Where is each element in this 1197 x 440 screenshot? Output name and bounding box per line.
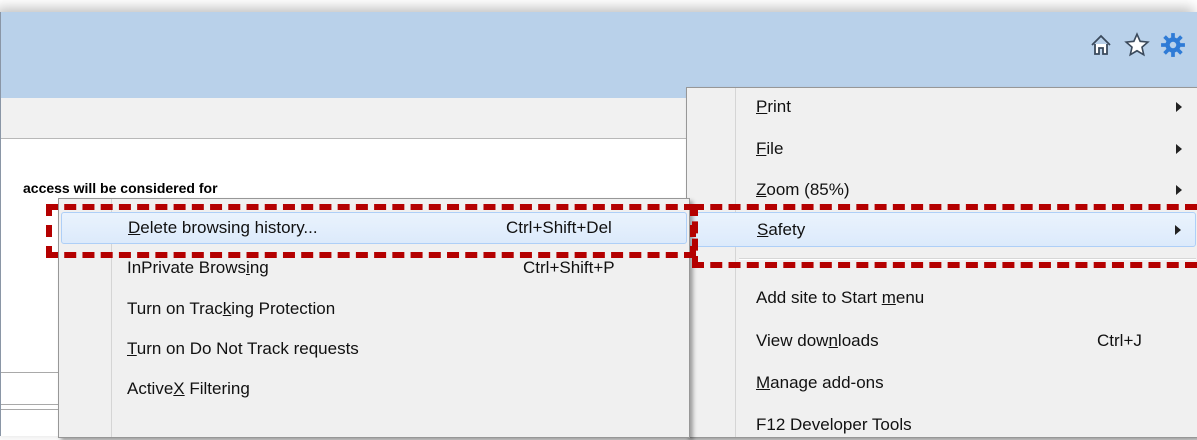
submenu-item-label: Turn on Tracking Protection bbox=[127, 299, 336, 318]
menu-item-add-site[interactable]: Add site to Start menu bbox=[689, 283, 1196, 313]
page-divider bbox=[1, 409, 59, 410]
page-text: access will be considered for bbox=[23, 180, 218, 196]
highlight-callout-delete-history bbox=[46, 204, 696, 258]
page-divider bbox=[1, 404, 59, 405]
submenu-item-label: Turn on Do Not Track requests bbox=[127, 339, 359, 358]
menu-item-label: File bbox=[756, 139, 784, 158]
submenu-arrow-icon bbox=[1176, 185, 1182, 195]
menu-item-shortcut: Ctrl+J bbox=[1097, 331, 1142, 350]
title-bar bbox=[1, 12, 1197, 98]
home-icon[interactable] bbox=[1088, 32, 1114, 58]
submenu-arrow-icon bbox=[1176, 102, 1182, 112]
menu-item-print[interactable]: Print bbox=[689, 92, 1196, 122]
submenu-item-activex-filtering[interactable]: ActiveX Filtering bbox=[61, 374, 687, 404]
menu-item-label: Manage add-ons bbox=[756, 373, 884, 392]
page-divider bbox=[1, 372, 59, 373]
menu-item-zoom[interactable]: Zoom (85%) bbox=[689, 175, 1196, 205]
star-icon[interactable] bbox=[1124, 32, 1150, 58]
command-bar bbox=[1, 98, 701, 139]
menu-item-file[interactable]: File bbox=[689, 134, 1196, 164]
submenu-item-tracking-protection[interactable]: Turn on Tracking Protection bbox=[61, 294, 687, 324]
menu-item-view-downloads[interactable]: View downloads Ctrl+J bbox=[689, 326, 1196, 356]
submenu-item-do-not-track[interactable]: Turn on Do Not Track requests bbox=[61, 334, 687, 364]
highlight-callout-safety bbox=[692, 204, 1197, 268]
menu-item-label: F12 Developer Tools bbox=[756, 415, 912, 434]
menu-item-manage-addons[interactable]: Manage add-ons bbox=[689, 368, 1196, 398]
submenu-arrow-icon bbox=[1176, 144, 1182, 154]
menu-item-label: Print bbox=[756, 97, 791, 116]
menu-item-label: View downloads bbox=[756, 331, 879, 350]
menu-item-label: Zoom (85%) bbox=[756, 180, 850, 199]
toolbar-icons bbox=[1088, 32, 1186, 58]
submenu-item-label: ActiveX Filtering bbox=[127, 379, 250, 398]
submenu-item-label: InPrivate Browsing bbox=[127, 258, 269, 277]
submenu-item-shortcut: Ctrl+Shift+P bbox=[523, 258, 615, 277]
menu-item-label: Add site to Start menu bbox=[756, 288, 925, 307]
gear-icon[interactable] bbox=[1160, 32, 1186, 58]
